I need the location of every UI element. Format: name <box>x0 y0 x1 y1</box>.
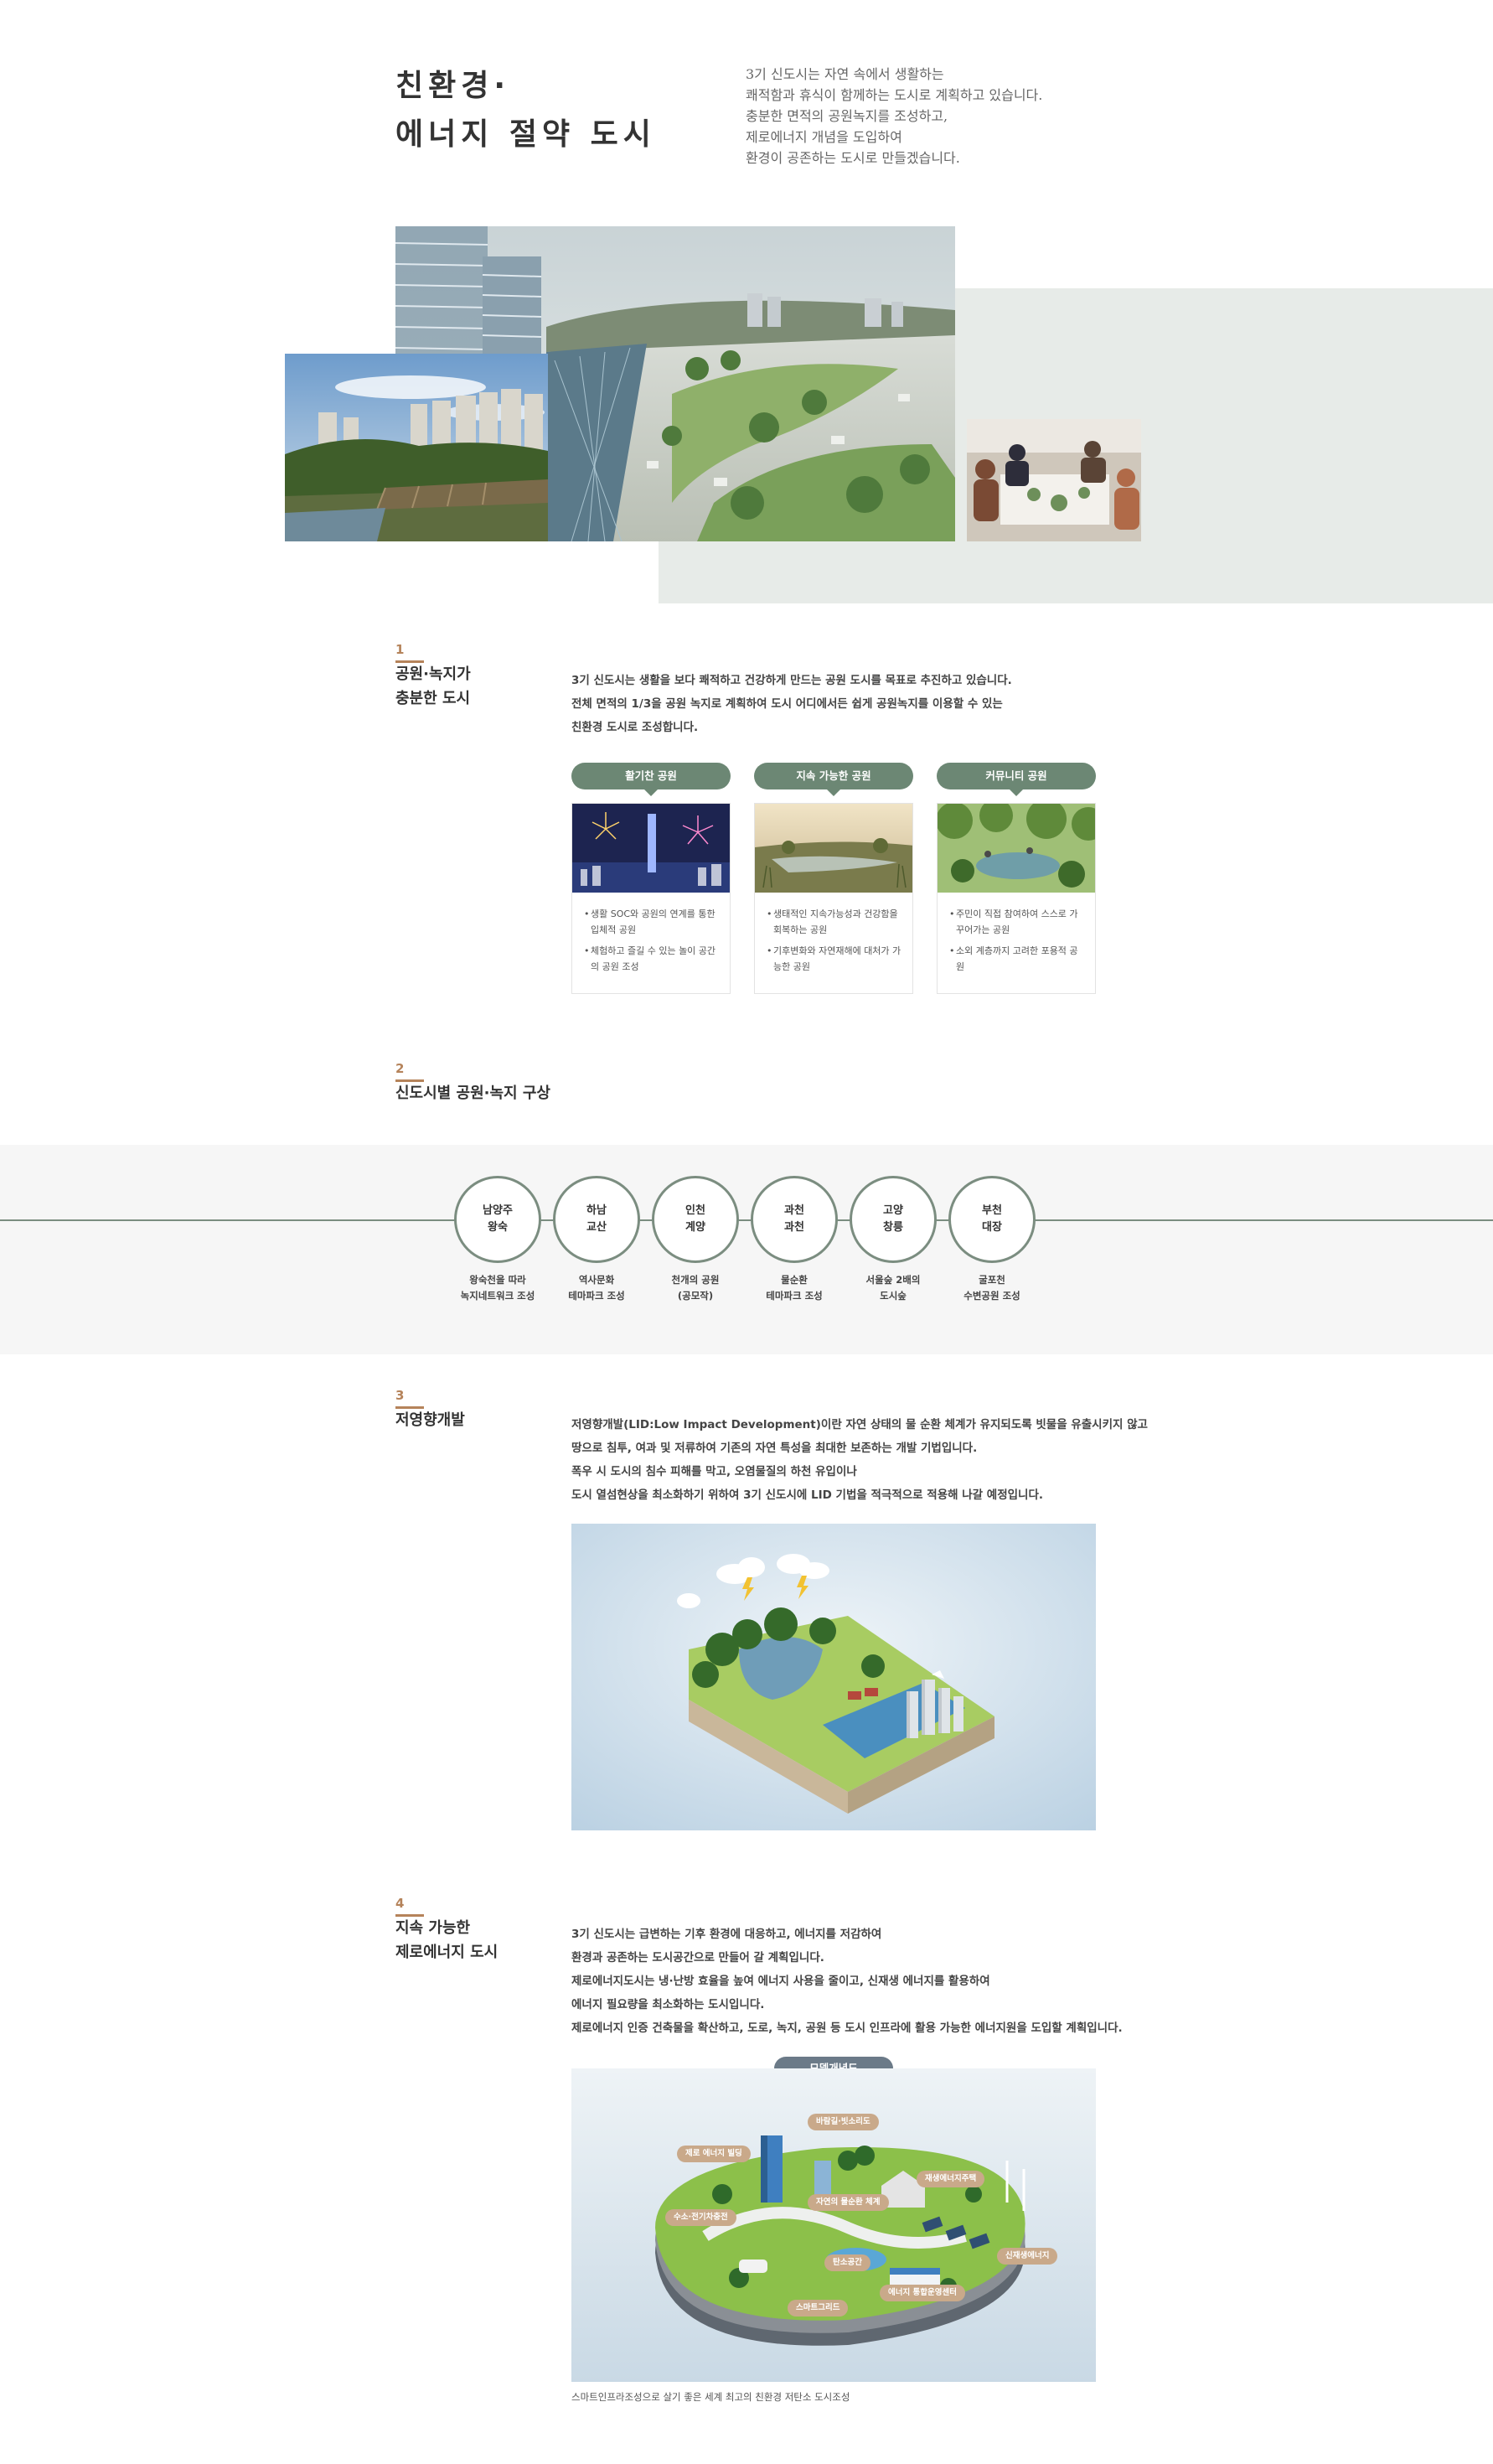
section-title-line: 공원·녹지가 <box>395 665 471 683</box>
section-title: 저영향개발 <box>395 1411 465 1429</box>
section-accent-bar <box>395 1406 424 1409</box>
diagram-tag: 수소·전기차충전 <box>665 2209 736 2226</box>
card-bullet: 소외 계층까지 고려한 포용적 공원 <box>949 943 1085 975</box>
section-accent-bar <box>395 1914 424 1917</box>
park-card: 주민이 직접 참여하여 스스로 가꾸어가는 공원 소외 계층까지 고려한 포용적… <box>937 803 1096 994</box>
timeline-line <box>0 1219 1493 1221</box>
photo-community-workshop <box>967 419 1141 541</box>
diagram-tag: 탄소공간 <box>824 2254 870 2271</box>
card-label-lively-park: 활기찬 공원 <box>571 763 731 796</box>
section-accent-bar <box>395 660 424 663</box>
city-name: 과천 <box>784 1204 804 1217</box>
city-district: 과천 <box>784 1221 804 1234</box>
city-plan-band <box>0 1145 1493 1354</box>
city-district: 교산 <box>586 1221 607 1234</box>
card-bullet-list: 주민이 직접 참여하여 스스로 가꾸어가는 공원 소외 계층까지 고려한 포용적… <box>938 893 1095 975</box>
card-bullet: 생태적인 지속가능성과 건강함을 회복하는 공원 <box>767 906 902 938</box>
section-number: 1 <box>395 642 405 657</box>
card-bullet-list: 생활 SOC와 공원의 연계를 통한 입체적 공원 체험하고 즐길 수 있는 놀… <box>572 893 730 975</box>
paragraph-line: 친환경 도시로 조성합니다. <box>571 721 699 734</box>
park-card: 생태적인 지속가능성과 건강함을 회복하는 공원 기후변화와 자연재해에 대처가… <box>754 803 913 994</box>
paragraph-line: 저영향개발(LID:Low Impact Development)이란 자연 상… <box>571 1418 1148 1431</box>
paragraph-line: 땅으로 침투, 여과 및 저류하여 기존의 자연 특성을 최대한 보존하는 개발… <box>571 1442 978 1455</box>
hero-desc-line: 3기 신도시는 자연 속에서 생활하는 <box>746 66 944 82</box>
section-4-paragraph: 3기 신도시는 급변하는 기후 환경에 대응하고, 에너지를 저감하여 환경과 … <box>571 1923 1123 2040</box>
paragraph-line: 폭우 시 도시의 침수 피해를 막고, 오염물질의 하천 유입이나 <box>571 1465 857 1478</box>
city-circle-gwacheon: 과천 과천 <box>751 1176 838 1263</box>
paragraph-line: 환경과 공존하는 도시공간으로 만들어 갈 계획입니다. <box>571 1951 824 1964</box>
city-district: 계양 <box>685 1221 705 1234</box>
section-1-header: 1 공원·녹지가 충분한 도시 <box>395 642 496 711</box>
city-caption: 굴포천 수변공원 조성 <box>963 1274 1020 1302</box>
city-district: 왕숙 <box>488 1221 508 1234</box>
diagram-caption: 스마트인프라조성으로 살기 좋은 세계 최고의 친환경 저탄소 도시조성 <box>571 2391 850 2403</box>
section-2-header: 2 신도시별 공원·녹지 구상 <box>395 1061 580 1105</box>
city-name: 하남 <box>586 1204 607 1217</box>
diagram-tag: 제로 에너지 빌딩 <box>677 2146 751 2162</box>
photo-lake-apartments <box>285 354 548 541</box>
city-circle-goyang: 고양 창릉 <box>850 1176 937 1263</box>
diagram-tag: 자연의 물순환 체계 <box>808 2194 889 2211</box>
card-bullet: 주민이 직접 참여하여 스스로 가꾸어가는 공원 <box>949 906 1085 938</box>
paragraph-line: 3기 신도시는 생활을 보다 쾌적하고 건강하게 만드는 공원 도시를 목표로 … <box>571 674 1012 687</box>
paragraph-line: 도시 열섬현상을 최소화하기 위하여 3기 신도시에 LID 기법을 적극적으로… <box>571 1488 1044 1502</box>
wetland-image <box>755 804 912 893</box>
diagram-tag: 신재생에너지 <box>997 2248 1058 2265</box>
card-label-sustainable-park: 지속 가능한 공원 <box>754 763 913 796</box>
city-name: 남양주 <box>483 1204 513 1217</box>
card-label-community-park: 커뮤니티 공원 <box>937 763 1096 796</box>
card-bullet: 체험하고 즐길 수 있는 놀이 공간의 공원 조성 <box>584 943 720 975</box>
city-name: 부천 <box>982 1204 1002 1217</box>
section-3-paragraph: 저영향개발(LID:Low Impact Development)이란 자연 상… <box>571 1413 1148 1507</box>
card-bullet: 기후변화와 자연재해에 대처가 가능한 공원 <box>767 943 902 975</box>
section-title-line: 충분한 도시 <box>395 690 471 707</box>
diagram-tag: 바람길·빗소리도 <box>808 2114 879 2130</box>
zero-energy-diagram: 바람길·빗소리도 제로 에너지 빌딩 재생에너지주택 수소·전기차충전 자연의 … <box>571 2068 1096 2382</box>
city-circle-bucheon: 부천 대장 <box>948 1176 1036 1263</box>
card-bullet: 생활 SOC와 공원의 연계를 통한 입체적 공원 <box>584 906 720 938</box>
paragraph-line: 전체 면적의 1/3을 공원 녹지로 계획하여 도시 어디에서든 쉽게 공원녹지… <box>571 697 1003 711</box>
section-1-paragraph: 3기 신도시는 생활을 보다 쾌적하고 건강하게 만드는 공원 도시를 목표로 … <box>571 669 1012 739</box>
diagram-tag: 재생에너지주택 <box>917 2171 985 2187</box>
section-title-line: 제로에너지 도시 <box>395 1944 499 1961</box>
page-title-line2: 에너지 절약 도시 <box>395 117 656 152</box>
paragraph-line: 제로에너지도시는 냉·난방 효율을 높여 에너지 사용을 줄이고, 신재생 에너… <box>571 1975 990 1988</box>
hero-desc-line: 쾌적함과 휴식이 함께하는 도시로 계획하고 있습니다. <box>746 87 1043 103</box>
paragraph-line: 3기 신도시는 급변하는 기후 환경에 대응하고, 에너지를 저감하여 <box>571 1928 882 1941</box>
city-circle-hanam: 하남 교산 <box>553 1176 640 1263</box>
lid-illustration <box>571 1524 1096 1830</box>
paragraph-line: 제로에너지 인증 건축물을 확산하고, 도로, 녹지, 공원 등 도시 인프라에… <box>571 2021 1123 2035</box>
section-accent-bar <box>395 1079 424 1082</box>
city-circle-namyangju: 남양주 왕숙 <box>454 1176 541 1263</box>
city-circle-incheon: 인천 계양 <box>652 1176 739 1263</box>
section-number: 3 <box>395 1388 405 1403</box>
section-title: 공원·녹지가 충분한 도시 <box>395 662 496 711</box>
fireworks-image <box>572 804 730 893</box>
city-name: 고양 <box>883 1204 903 1217</box>
section-3-header: 3 저영향개발 <box>395 1388 530 1432</box>
garden-image <box>938 804 1095 893</box>
hero-desc-line: 제로에너지 개념을 도입하여 <box>746 129 902 145</box>
section-title: 신도시별 공원·녹지 구상 <box>395 1084 550 1102</box>
diagram-tag: 에너지 통합운영센터 <box>880 2285 965 2301</box>
section-4-header: 4 지속 가능한 제로에너지 도시 <box>395 1896 546 1964</box>
card-bullet-list: 생태적인 지속가능성과 건강함을 회복하는 공원 기후변화와 자연재해에 대처가… <box>755 893 912 975</box>
section-title-line: 지속 가능한 <box>395 1919 471 1937</box>
hero-desc-line: 환경이 공존하는 도시로 만들겠습니다. <box>746 150 960 166</box>
park-card: 생활 SOC와 공원의 연계를 통한 입체적 공원 체험하고 즐길 수 있는 놀… <box>571 803 731 994</box>
section-title: 지속 가능한 제로에너지 도시 <box>395 1916 546 1964</box>
city-district: 창릉 <box>883 1221 903 1234</box>
city-district: 대장 <box>982 1221 1002 1234</box>
hero-description: 3기 신도시는 자연 속에서 생활하는 쾌적함과 휴식이 함께하는 도시로 계획… <box>746 64 1148 168</box>
section-number: 2 <box>395 1061 405 1076</box>
section-number: 4 <box>395 1896 405 1911</box>
paragraph-line: 에너지 필요량을 최소화하는 도시입니다. <box>571 1998 765 2011</box>
page-title-line1: 친환경· <box>395 69 511 103</box>
city-name: 인천 <box>685 1204 705 1217</box>
diagram-tag: 스마트그리드 <box>788 2300 849 2316</box>
page-title: 친환경· 에너지 절약 도시 <box>395 62 697 159</box>
hero-desc-line: 충분한 면적의 공원녹지를 조성하고, <box>746 108 948 124</box>
